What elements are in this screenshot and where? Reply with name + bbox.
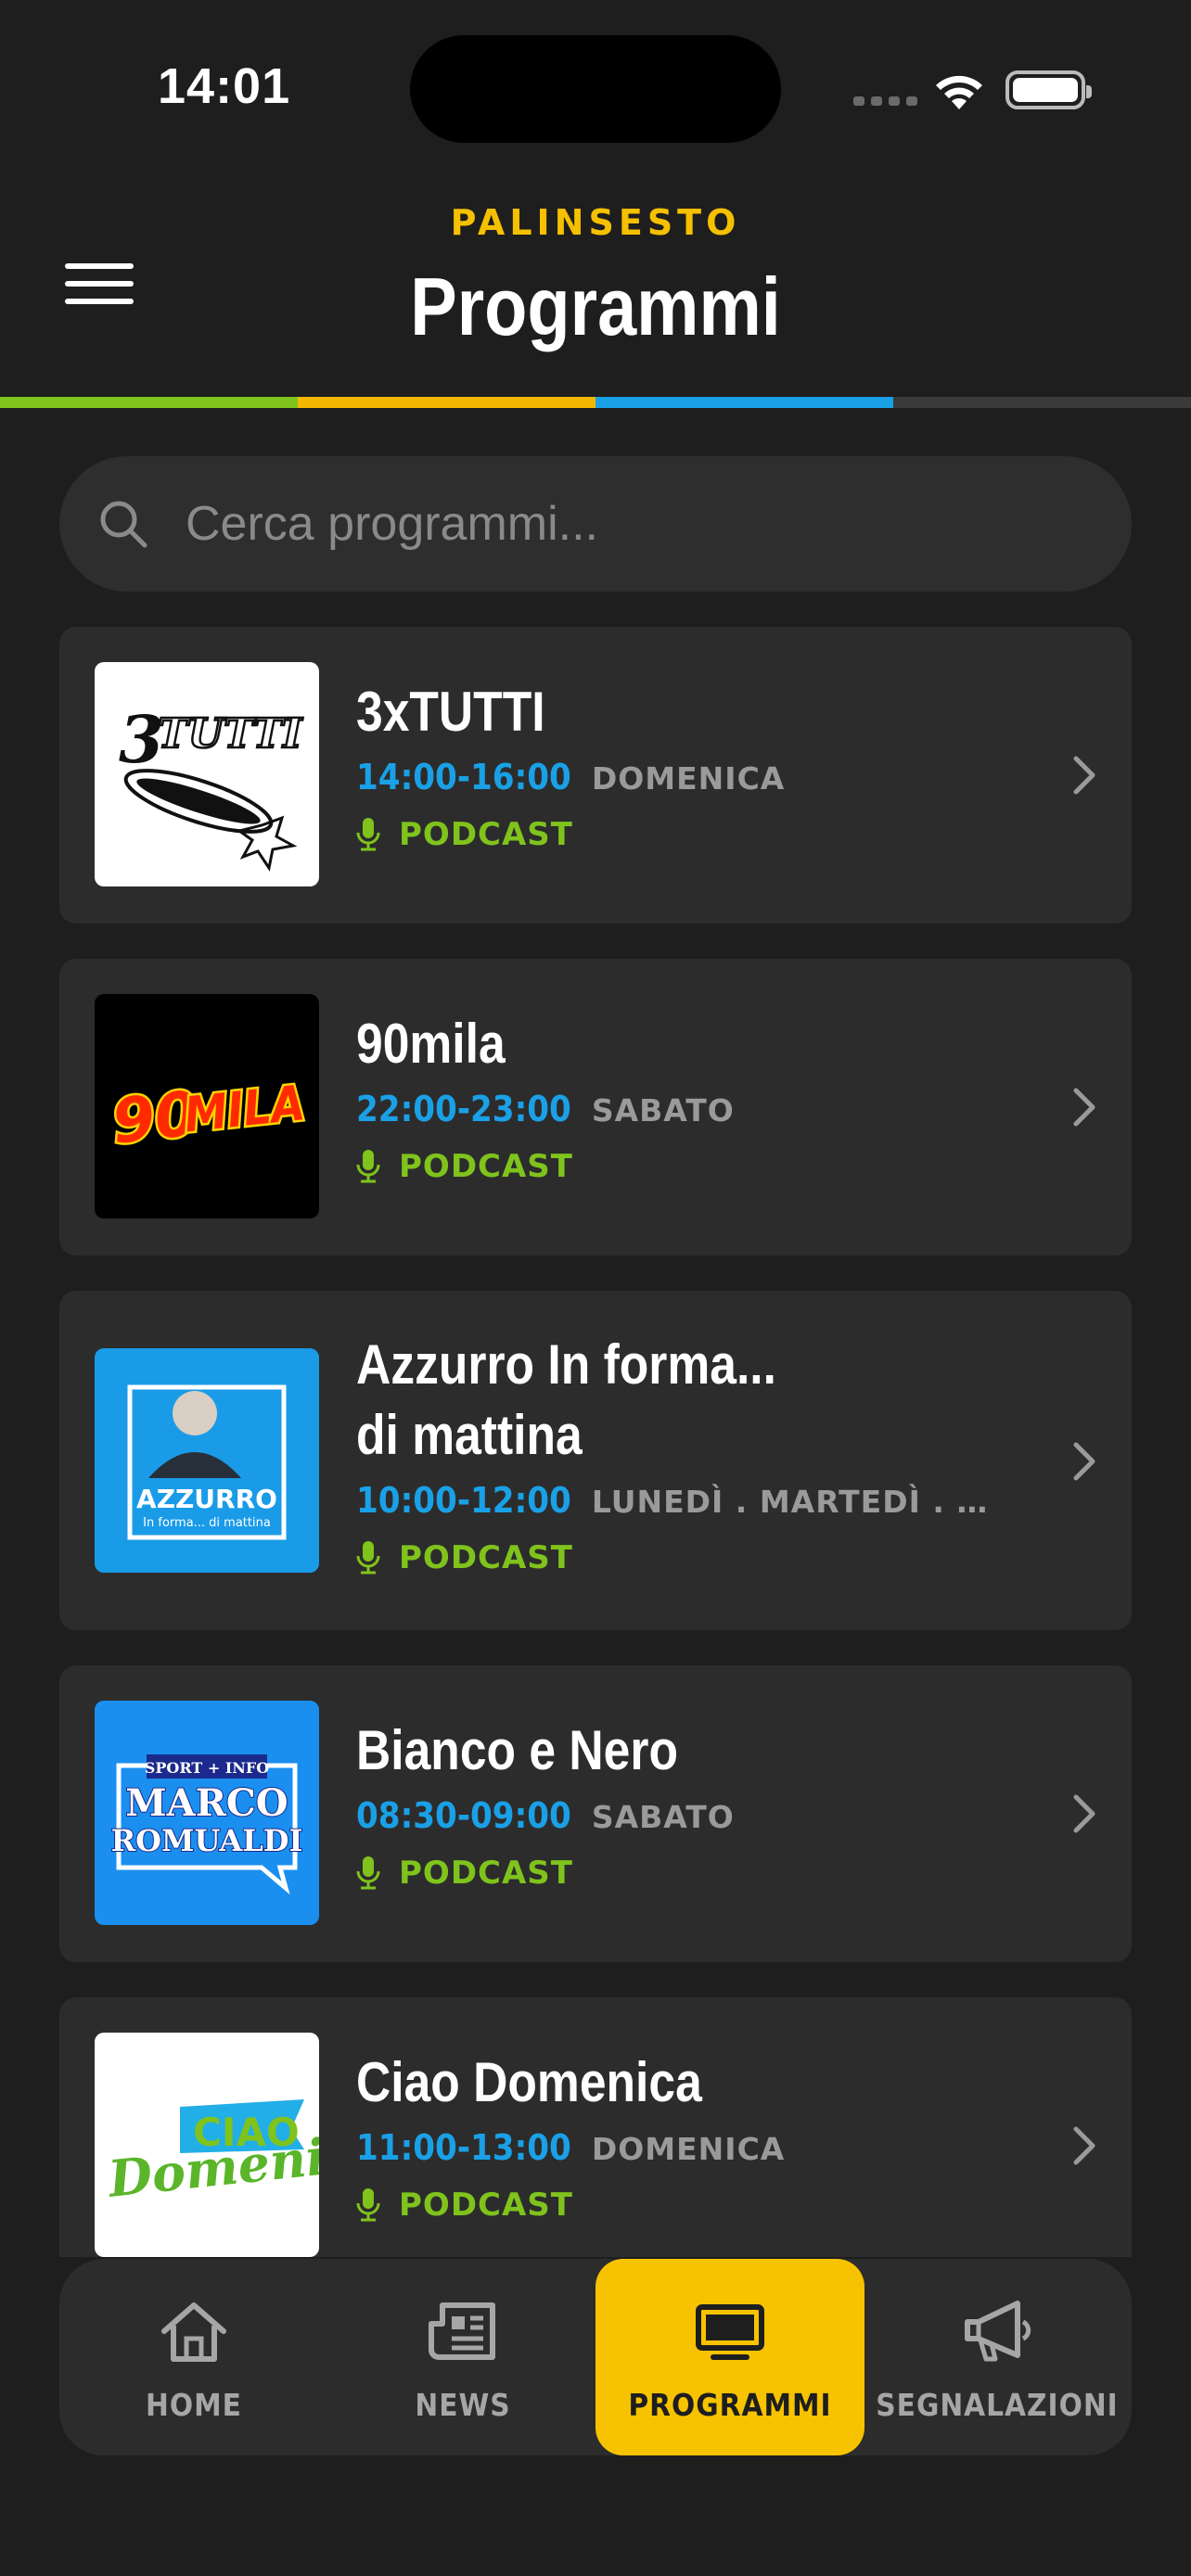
microphone-icon [356,818,380,851]
program-thumbnail: SPORT + INFO MARCO ROMUALDI [95,1701,319,1925]
program-title: Bianco e Nero [356,1719,678,1781]
program-days: SABATO [591,1799,735,1835]
tab-news-label: NEWS [415,2387,511,2423]
podcast-badge: PODCAST [356,1539,1061,1576]
program-hours: 08:30-09:00 [356,1795,571,1836]
stripe-grey [893,397,1191,408]
megaphone-icon [965,2301,1031,2362]
program-hours: 14:00-16:00 [356,757,571,797]
microphone-icon [356,1150,380,1183]
svg-text:MARCO: MARCO [125,1781,288,1825]
program-days: LUNEDÌ . MARTEDÌ . MERCO... [591,1484,1009,1520]
status-bar: 14:01 [0,0,1191,176]
ciao-domenica-logo: CIAO Domenica [95,2033,319,2257]
page-title: Programmi [410,261,781,352]
tab-home[interactable]: HOME [59,2259,328,2455]
program-card[interactable]: 3 TUTTI 3xTUTTI 14:00-16:00 DOMENICA POD… [59,627,1132,924]
program-thumbnail: 90 MILA [95,994,319,1218]
program-hours: 11:00-13:00 [356,2127,571,2168]
tab-programmi-label: PROGRAMMI [628,2387,832,2423]
search-icon [100,501,147,548]
stripe-green [0,397,298,408]
color-stripe [0,397,1191,408]
stripe-yellow [298,397,596,408]
microphone-icon [356,2188,380,2222]
podcast-badge: PODCAST [356,2187,1061,2224]
wifi-icon [936,75,982,109]
program-hours: 10:00-12:00 [356,1480,571,1521]
tv-icon [696,2304,764,2360]
tab-home-label: HOME [146,2387,242,2423]
svg-text:AZZURRO: AZZURRO [136,1484,277,1514]
azzurro-logo: AZZURRO In forma... di mattina [95,1348,319,1573]
search-bar[interactable] [59,456,1132,592]
tab-news[interactable]: NEWS [328,2259,597,2455]
newspaper-icon [429,2302,495,2360]
program-card[interactable]: AZZURRO In forma... di mattina Azzurro I… [59,1291,1132,1630]
chevron-right-icon [1073,2126,1095,2165]
tab-segnalazioni-label: SEGNALAZIONI [876,2387,1119,2423]
program-thumbnail: AZZURRO In forma... di mattina [95,1348,319,1573]
tab-programmi[interactable]: PROGRAMMI [596,2259,864,2455]
podcast-badge: PODCAST [356,1148,1061,1185]
svg-text:ROMUALDI: ROMUALDI [111,1823,303,1858]
program-title: 90mila [356,1013,506,1075]
tab-bar: HOME NEWS PROGRAMMI SEGNALAZIONI [59,2259,1132,2455]
home-icon [161,2302,226,2362]
dynamic-island [410,35,781,143]
page-kicker: PALINSESTO [450,202,741,243]
program-thumbnail: CIAO Domenica [95,2033,319,2257]
svg-text:SPORT + INFO: SPORT + INFO [145,1759,269,1777]
podcast-badge: PODCAST [356,1855,1061,1892]
chevron-right-icon [1073,1442,1095,1481]
3xtutti-logo: 3 TUTTI [95,662,319,886]
program-card[interactable]: CIAO Domenica Ciao Domenica 11:00-13:00 … [59,1997,1132,2257]
program-hours: 22:00-23:00 [356,1089,571,1129]
chevron-right-icon [1073,1794,1095,1833]
program-thumbnail: 3 TUTTI [95,662,319,886]
stripe-blue [596,397,893,408]
90mila-logo: 90 MILA [95,994,319,1218]
program-list[interactable]: 3 TUTTI 3xTUTTI 14:00-16:00 DOMENICA POD… [59,627,1132,2257]
tab-segnalazioni[interactable]: SEGNALAZIONI [863,2259,1132,2455]
program-card[interactable]: 90 MILA 90mila 22:00-23:00 SABATO PODCAS… [59,959,1132,1256]
marco-romualdi-logo: SPORT + INFO MARCO ROMUALDI [95,1701,319,1925]
chevron-right-icon [1073,1088,1095,1127]
program-title: Ciao Domenica [356,2051,702,2113]
program-title: 3xTUTTI [356,681,545,743]
microphone-icon [356,1541,380,1575]
program-title-line2: di mattina [356,1404,583,1466]
microphone-icon [356,1856,380,1890]
chevron-right-icon [1073,756,1095,795]
search-input[interactable] [186,490,1076,558]
podcast-badge: PODCAST [356,816,1061,853]
program-days: SABATO [591,1092,735,1129]
cellular-signal-icon [853,96,917,106]
program-title: Azzurro In forma... [356,1333,776,1396]
status-time: 14:01 [158,58,291,114]
program-days: DOMENICA [591,760,786,797]
program-card[interactable]: SPORT + INFO MARCO ROMUALDI Bianco e Ner… [59,1665,1132,1962]
battery-icon [1005,70,1092,109]
svg-text:In forma... di mattina: In forma... di mattina [143,1516,271,1530]
svg-text:TUTTI: TUTTI [158,710,303,758]
program-days: DOMENICA [591,2131,786,2167]
